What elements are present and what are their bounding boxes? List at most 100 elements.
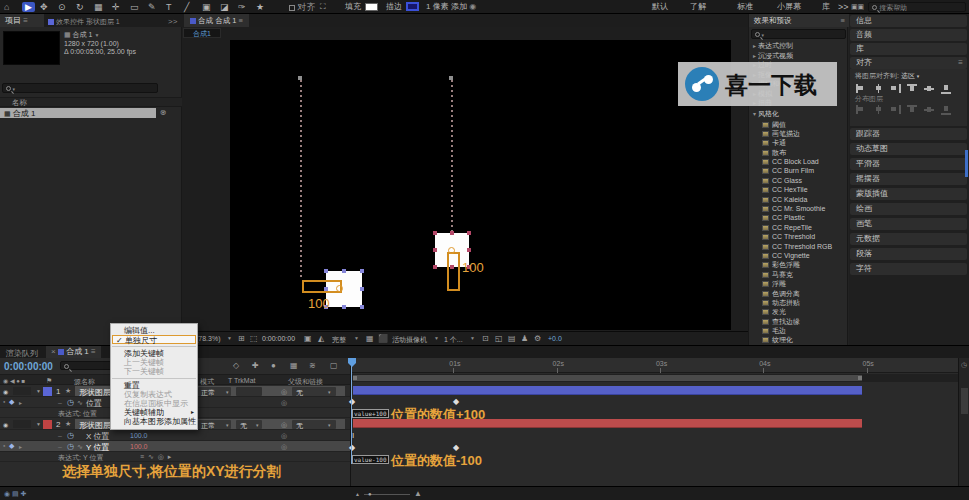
- tool-home[interactable]: ⌂: [4, 2, 9, 12]
- tab-project[interactable]: 项目 ≡: [0, 14, 44, 27]
- layer-twirl-icon[interactable]: ▼: [36, 388, 41, 394]
- menu-item-关键帧辅助[interactable]: 关键帧辅助▸: [111, 408, 197, 417]
- panel-库[interactable]: 库: [850, 43, 967, 55]
- tool-zoom[interactable]: ⊙: [58, 2, 66, 12]
- comp-timecode[interactable]: 0:00:00:00: [262, 335, 295, 342]
- parent-pickwhip-icon[interactable]: ◎: [281, 388, 287, 396]
- fx-item[interactable]: CC RepeTile: [749, 223, 849, 232]
- workspace-2[interactable]: 了解: [690, 2, 706, 12]
- pickwhip-icon[interactable]: ◎: [281, 399, 287, 407]
- selection-handle[interactable]: [467, 248, 471, 252]
- workspace-menu-icon[interactable]: ▣▣: [851, 2, 864, 12]
- stopwatch-icon[interactable]: ◷: [67, 398, 74, 407]
- tool-pan-behind[interactable]: ✛: [112, 2, 120, 12]
- panel-align[interactable]: 对齐≡: [850, 57, 967, 69]
- workspace-4[interactable]: 小屏幕: [777, 2, 801, 12]
- video-toggle-icon[interactable]: ◉: [3, 421, 8, 428]
- workspace-overflow[interactable]: >>: [838, 2, 849, 12]
- tab-effects-presets[interactable]: 效果和预设 ≡: [749, 14, 849, 27]
- quality-icon[interactable]: ★: [65, 420, 71, 428]
- draft3d-icon[interactable]: ✚: [252, 361, 259, 370]
- comp-mini-flowchart-icon[interactable]: ◇: [233, 361, 239, 370]
- zoom-knob[interactable]: ●: [368, 491, 372, 497]
- property-row[interactable]: ‒◷X 位置100.0◎: [0, 430, 350, 441]
- roi-icon[interactable]: ▦: [366, 334, 374, 343]
- menu-item-重置[interactable]: 重置: [111, 381, 197, 390]
- transparency-grid-icon[interactable]: ⬛: [378, 334, 388, 343]
- timeline-icon[interactable]: ▤: [508, 334, 516, 343]
- property-row[interactable]: ●◆▸‒◷∿Y 位置100.0◎: [0, 441, 350, 452]
- fx-item[interactable]: CC Mr. Smoothie: [749, 204, 849, 213]
- distribute-icon-2[interactable]: [890, 105, 900, 114]
- view-layout-select[interactable]: 1 个...: [444, 335, 463, 345]
- expand-icon[interactable]: ⛶: [320, 2, 326, 12]
- selection-handle[interactable]: [360, 305, 364, 309]
- expression-icons[interactable]: ≡ ∿ ◎ ▸: [140, 453, 171, 461]
- fx-item[interactable]: 彩色浮雕: [749, 260, 849, 269]
- expression-field-2[interactable]: value-100: [352, 455, 389, 464]
- zoom-in-mountain-icon[interactable]: ▲: [414, 489, 422, 498]
- panel-蒙版插值[interactable]: 蒙版插值: [850, 188, 967, 200]
- fx-category[interactable]: ▸沉浸式视频: [749, 51, 849, 61]
- pixel-aspect-icon[interactable]: ⊡: [482, 334, 489, 343]
- toggle-switches-icon[interactable]: ◉ ▤ ✚: [4, 490, 26, 498]
- snap-checkbox[interactable]: 对齐: [289, 2, 316, 12]
- flowchart-icon[interactable]: ♟: [521, 334, 528, 343]
- selection-handle[interactable]: [342, 305, 346, 309]
- expression-row[interactable]: 表达式: Y 位置≡ ∿ ◎ ▸: [0, 452, 350, 462]
- menu-item-单独尺寸[interactable]: 单独尺寸✓: [112, 335, 196, 344]
- panel-摇摆器[interactable]: 摇摆器: [850, 173, 967, 185]
- fx-item[interactable]: 浮雕: [749, 279, 849, 288]
- menu-item-添加关键帧[interactable]: 添加关键帧: [111, 349, 197, 358]
- fx-item[interactable]: 查找边缘: [749, 317, 849, 326]
- menu-item-向基本图形添加属性[interactable]: 向基本图形添加属性: [111, 417, 197, 426]
- align-icon-0[interactable]: [856, 84, 866, 93]
- tool-selection[interactable]: ▶: [22, 2, 35, 12]
- menu-item-仅复制表达式[interactable]: 仅复制表达式: [111, 390, 197, 399]
- col-trkmat[interactable]: T TrkMat: [228, 377, 255, 384]
- exposure-reset-icon[interactable]: ⚙: [534, 334, 541, 343]
- layer-twirl-icon[interactable]: ▼: [36, 421, 41, 427]
- stroke-width[interactable]: 1 像素: [426, 2, 449, 12]
- tool-camera-pan[interactable]: ▦: [94, 2, 103, 12]
- workspace-3[interactable]: 标准: [737, 2, 753, 12]
- tool-clone-stamp[interactable]: ▣: [202, 2, 211, 12]
- selection-handle[interactable]: [450, 231, 454, 235]
- fx-item[interactable]: 阈值: [749, 120, 849, 129]
- fx-item[interactable]: CC Block Load: [749, 157, 849, 166]
- tool-type[interactable]: T: [166, 2, 172, 12]
- layer-color-chip[interactable]: [43, 420, 52, 429]
- frame-blend-icon[interactable]: ▦: [290, 361, 298, 370]
- stroke-swatch[interactable]: [406, 2, 419, 11]
- selection-handle[interactable]: [360, 287, 364, 291]
- tab-timeline-comp[interactable]: × 合成 1 ≡: [46, 346, 101, 358]
- keyframe-nav-icon[interactable]: ◆: [9, 398, 14, 406]
- fx-item[interactable]: 动态拼贴: [749, 298, 849, 307]
- tool-hand[interactable]: ✥: [40, 2, 48, 12]
- panel-绘画[interactable]: 绘画: [850, 203, 967, 215]
- layer-color-chip[interactable]: [43, 387, 52, 396]
- selection-handle[interactable]: [433, 231, 437, 235]
- project-comp-title[interactable]: ▦ 合成 1 ▼: [64, 31, 136, 40]
- workspace-5[interactable]: 库: [822, 2, 830, 12]
- tool-orbit[interactable]: ↻: [76, 2, 84, 12]
- fx-item[interactable]: CC Threshold RGB: [749, 242, 849, 251]
- fx-item[interactable]: 马赛克: [749, 270, 849, 279]
- tool-eraser[interactable]: ◪: [220, 2, 229, 12]
- stroke-label[interactable]: 描边: [386, 2, 402, 12]
- path-endpoint-left[interactable]: [298, 76, 302, 80]
- tool-pen[interactable]: ✎: [148, 2, 156, 12]
- selection-handle[interactable]: [433, 265, 437, 269]
- pickwhip-icon[interactable]: ◎: [281, 432, 287, 440]
- panel-字符[interactable]: 字符: [850, 263, 967, 275]
- fx-item[interactable]: CC Threshold: [749, 232, 849, 241]
- keyframe-nav-icon[interactable]: ◆: [9, 442, 14, 450]
- layer-bar-1[interactable]: [353, 386, 862, 395]
- timeline-timecode[interactable]: 0:00:00:00: [4, 361, 53, 372]
- keyframe[interactable]: ◆: [349, 444, 355, 452]
- distribute-icon-1[interactable]: [873, 105, 883, 114]
- property-value[interactable]: 100.0: [130, 432, 148, 439]
- zoom-level[interactable]: (78.3%): [196, 335, 221, 342]
- search-help-input[interactable]: 搜索帮助: [868, 2, 966, 12]
- menu-item-下一关键帧[interactable]: 下一关键帧: [111, 367, 197, 376]
